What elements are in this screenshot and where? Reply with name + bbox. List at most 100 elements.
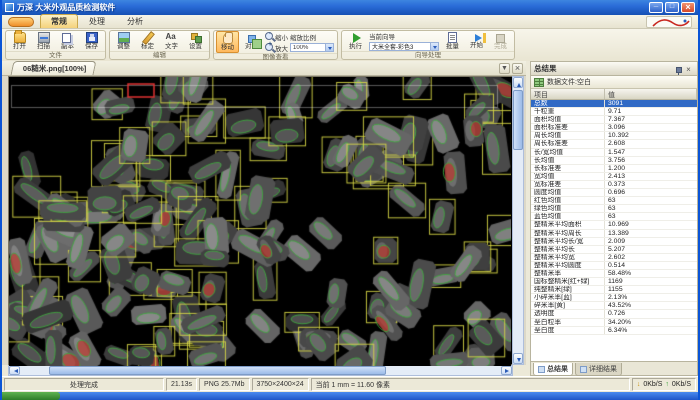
table-row[interactable]: 宽均值 2.413 bbox=[531, 173, 697, 181]
scroll-up-icon[interactable] bbox=[513, 77, 523, 88]
upload-arrow-icon: ↑ bbox=[665, 381, 669, 388]
wizard-combobox[interactable]: 大米全套-彩色3 bbox=[369, 42, 439, 51]
batch-button[interactable]: 批量 bbox=[441, 31, 464, 51]
copy-icon bbox=[62, 33, 71, 43]
scanner-icon bbox=[38, 32, 50, 43]
table-row[interactable]: 蓝色均值 63 bbox=[531, 213, 697, 221]
settings-button[interactable]: 设置 bbox=[184, 31, 207, 51]
rice-image-canvas[interactable] bbox=[8, 76, 512, 365]
current-wizard-label: 当前向导 bbox=[369, 31, 439, 41]
table-row[interactable]: 整精米率 58.48% bbox=[531, 270, 697, 278]
scroll-down-icon[interactable] bbox=[513, 353, 523, 364]
table-row[interactable]: 垩白度 6.34% bbox=[531, 327, 697, 335]
text-icon bbox=[166, 32, 178, 43]
tab-analysis[interactable]: 分析 bbox=[116, 14, 154, 28]
calibrate-button[interactable]: 标定 bbox=[136, 31, 159, 51]
zoom-out-button[interactable]: -缩小缩放比例 bbox=[265, 32, 334, 42]
table-row[interactable]: 整精米平均长 5.207 bbox=[531, 246, 697, 254]
zoom-ratio-combobox[interactable]: 100% bbox=[290, 43, 334, 52]
table-row[interactable]: 绿色均值 63 bbox=[531, 205, 697, 213]
document-tab[interactable]: 06糙米.png[100%] bbox=[11, 61, 97, 75]
chevron-down-icon bbox=[430, 43, 438, 50]
document-tab-strip: 06糙米.png[100%] ▼ × bbox=[2, 61, 526, 76]
os-taskbar[interactable] bbox=[2, 392, 698, 400]
table-row[interactable]: 总数 3091 bbox=[531, 100, 697, 108]
table-row[interactable]: 国标整精米[红+绿] 1169 bbox=[531, 278, 697, 286]
horizontal-scroll-thumb[interactable] bbox=[49, 366, 386, 375]
adjust-button[interactable]: 调整 bbox=[112, 31, 135, 51]
pencil-icon bbox=[142, 32, 154, 43]
text-button[interactable]: 文字 bbox=[160, 31, 183, 51]
finish-icon bbox=[496, 34, 505, 43]
table-row[interactable]: 垩白粒率 34.20% bbox=[531, 319, 697, 327]
move-button[interactable]: 移动 bbox=[216, 31, 239, 53]
tab-process[interactable]: 处理 bbox=[78, 14, 116, 28]
close-button[interactable] bbox=[681, 2, 695, 13]
execute-button[interactable]: 执行 bbox=[344, 32, 367, 51]
status-message: 处理完成 bbox=[4, 378, 164, 391]
column-header-item[interactable]: 项目 bbox=[531, 89, 605, 99]
table-row[interactable]: 整精米平均宽 2.602 bbox=[531, 254, 697, 262]
table-row[interactable]: 整精米平均圆度 0.514 bbox=[531, 262, 697, 270]
table-row[interactable]: 周长标准差 2.608 bbox=[531, 140, 697, 148]
table-row[interactable]: 透明度 0.726 bbox=[531, 310, 697, 318]
table-row[interactable]: 碎米率[黄] 43.52% bbox=[531, 302, 697, 310]
results-bottom-tabs: 总结果 详细结果 bbox=[531, 361, 697, 375]
tab-list-dropdown-icon[interactable]: ▼ bbox=[499, 63, 510, 74]
table-row[interactable]: 圆度均值 0.696 bbox=[531, 189, 697, 197]
scroll-right-icon[interactable] bbox=[501, 366, 512, 375]
vertical-scrollbar[interactable] bbox=[512, 76, 524, 365]
upload-speed: 0Kb/S bbox=[672, 381, 691, 388]
scan-button[interactable]: 扫描 bbox=[32, 31, 55, 51]
network-status: ↓ 0Kb/S ↑ 0Kb/S bbox=[632, 378, 696, 391]
zoom-in-button[interactable]: 放大 bbox=[275, 43, 288, 53]
vertical-scroll-thumb[interactable] bbox=[513, 90, 523, 150]
pin-icon[interactable] bbox=[672, 64, 683, 74]
finish-button: 完成 bbox=[489, 32, 512, 51]
column-header-value[interactable]: 值 bbox=[605, 89, 697, 99]
tab-general[interactable]: 常规 bbox=[40, 14, 78, 28]
table-row[interactable]: 整精米平均周长 13.389 bbox=[531, 230, 697, 238]
copy-button[interactable]: 副本 bbox=[56, 32, 79, 51]
horizontal-scrollbar[interactable] bbox=[8, 365, 513, 376]
table-row[interactable]: 长/宽均值 1.547 bbox=[531, 149, 697, 157]
zoom-out-icon: - bbox=[265, 32, 273, 40]
tab-close-icon[interactable]: × bbox=[512, 63, 523, 74]
tab-detailed-results[interactable]: 详细结果 bbox=[575, 363, 622, 376]
brand-logo bbox=[646, 16, 692, 28]
save-button[interactable]: 保存 bbox=[80, 31, 103, 51]
table-row[interactable]: 宽标准差 0.373 bbox=[531, 181, 697, 189]
compare-button[interactable]: 对比 bbox=[240, 33, 263, 51]
table-row[interactable]: 千粒重 9.71 bbox=[531, 108, 697, 116]
hand-icon bbox=[223, 33, 233, 44]
table-row[interactable]: 面积均值 7.367 bbox=[531, 116, 697, 124]
results-table-body: 总数 3091 千粒重 9.71 面积均值 7.367 bbox=[531, 100, 697, 361]
zoom-in-icon: + bbox=[265, 43, 273, 51]
table-row[interactable]: 面积标准差 3.096 bbox=[531, 124, 697, 132]
panel-close-icon[interactable]: × bbox=[683, 64, 694, 74]
table-row[interactable]: 纯整精米[绿] 1155 bbox=[531, 286, 697, 294]
table-row[interactable]: 周长均值 10.392 bbox=[531, 132, 697, 140]
save-icon bbox=[86, 32, 98, 43]
status-scale-info: 当前 1 mm = 11.60 像素 bbox=[311, 378, 630, 391]
open-button[interactable]: 打开 bbox=[8, 31, 31, 51]
table-row[interactable]: 小碎米率[蓝] 2.13% bbox=[531, 294, 697, 302]
status-image-size: 3750×2400×24 bbox=[252, 378, 309, 391]
ribbon-toolbar: 打开 扫描 副本 保存 文件 调整 标定 文字 设置 编辑 移动 对比 -缩小缩… bbox=[2, 29, 698, 61]
start-button-fragment[interactable] bbox=[2, 392, 60, 400]
table-row[interactable]: 整精米平均面积 10.969 bbox=[531, 221, 697, 229]
tab-total-results[interactable]: 总结果 bbox=[533, 363, 573, 376]
scroll-left-icon[interactable] bbox=[9, 366, 20, 375]
start-button[interactable]: 开始 bbox=[465, 33, 488, 50]
restore-button[interactable] bbox=[665, 2, 679, 13]
table-row[interactable]: 长标准差 1.200 bbox=[531, 165, 697, 173]
app-menu-button[interactable] bbox=[8, 17, 34, 27]
table-row[interactable]: 长均值 3.756 bbox=[531, 157, 697, 165]
group-edit: 调整 标定 文字 设置 编辑 bbox=[109, 30, 210, 60]
table-row[interactable]: 红色均值 63 bbox=[531, 197, 697, 205]
group-image-view-label: 图像查看 bbox=[214, 53, 337, 61]
settings-icon bbox=[190, 32, 202, 43]
table-row[interactable]: 整精米平均长/宽 2.009 bbox=[531, 238, 697, 246]
results-panel: 总结果 × 数据文件:空白 项目 值 总数 3091 bbox=[530, 61, 698, 376]
minimize-button[interactable] bbox=[649, 2, 663, 13]
